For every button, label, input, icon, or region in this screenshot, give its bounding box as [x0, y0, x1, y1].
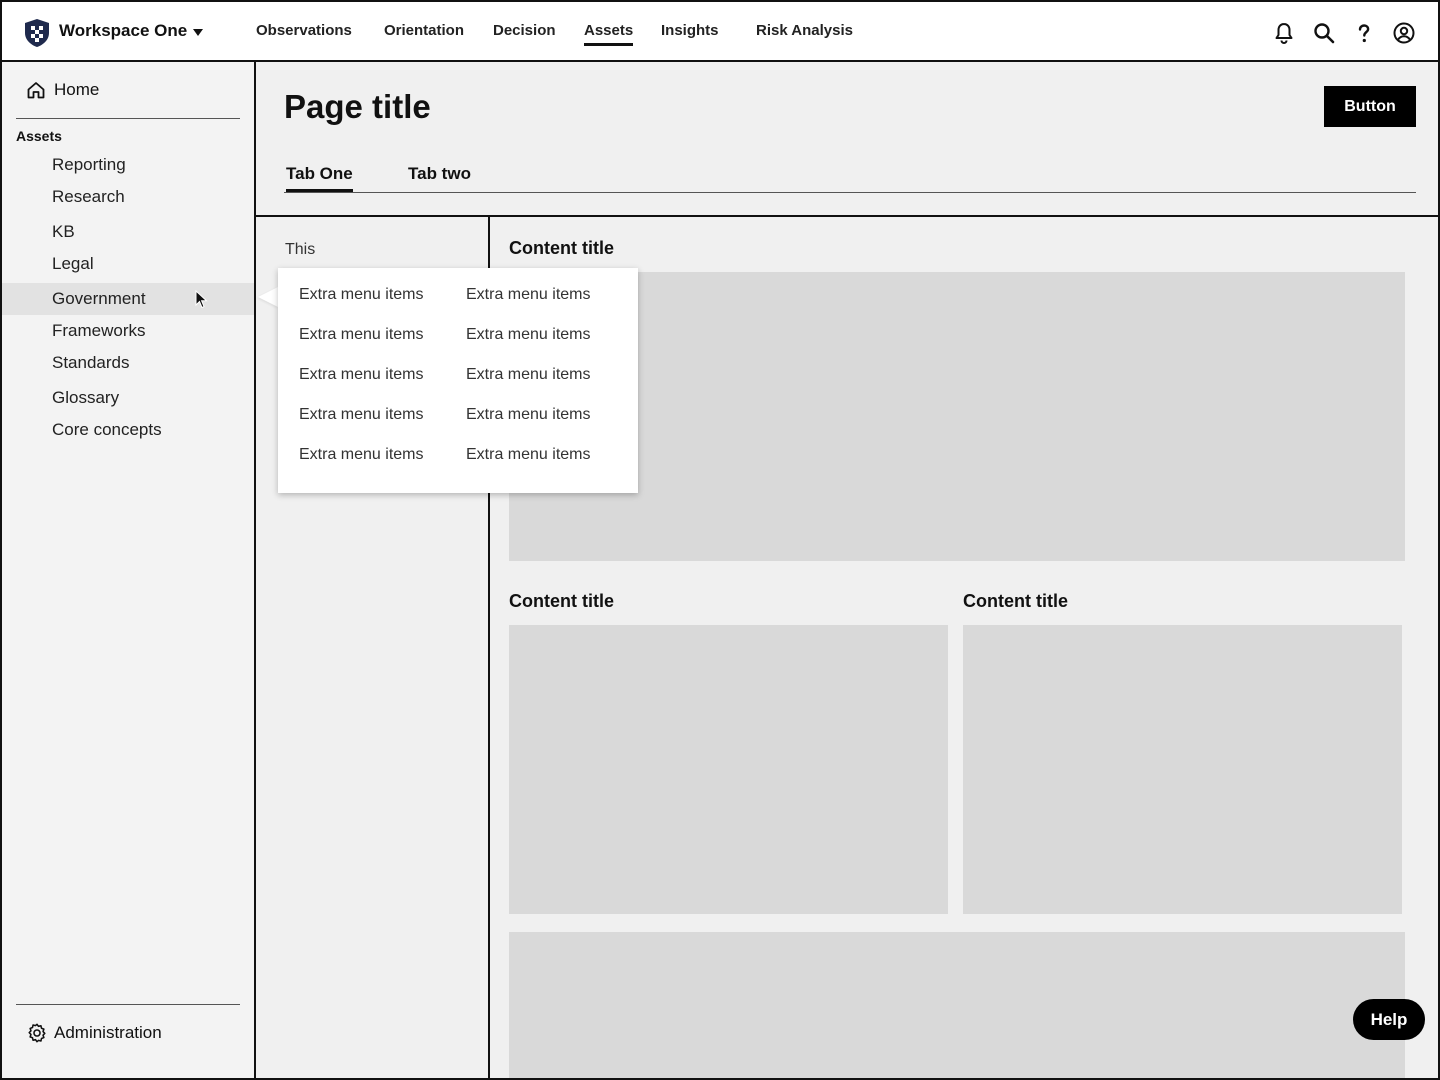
top-navigation-bar: Workspace One Observations Orientation D… — [2, 2, 1438, 62]
workspace-switcher[interactable]: Workspace One — [59, 21, 204, 41]
secondary-panel-text: This — [285, 241, 316, 258]
nav-insights[interactable]: Insights — [661, 22, 719, 39]
app-frame: Workspace One Observations Orientation D… — [0, 0, 1440, 1080]
sidebar-divider — [16, 118, 240, 119]
flyout-menu-item[interactable]: Extra menu items — [299, 286, 423, 304]
sidebar-item-core-concepts[interactable]: Core concepts — [2, 414, 254, 446]
content-title: Content title — [509, 238, 614, 258]
sidebar-section-label: Assets — [16, 128, 62, 144]
sidebar-item-reporting[interactable]: Reporting — [2, 149, 254, 181]
nav-observations[interactable]: Observations — [256, 22, 352, 39]
caret-down-icon — [193, 28, 204, 36]
content-placeholder-left — [509, 625, 948, 914]
search-icon[interactable] — [1312, 21, 1336, 45]
sidebar-item-home[interactable]: Home — [26, 80, 99, 100]
workspace-name: Workspace One — [59, 21, 188, 40]
sidebar-item-administration[interactable]: Administration — [26, 1022, 162, 1044]
sidebar-item-government[interactable]: Government — [2, 283, 254, 315]
flyout-menu-item[interactable]: Extra menu items — [466, 446, 590, 464]
sidebar-bottom-divider — [16, 1004, 240, 1005]
content-title: Content title — [963, 591, 1068, 611]
home-label: Home — [54, 80, 100, 99]
nav-assets[interactable]: Assets — [584, 22, 634, 46]
flyout-menu-item[interactable]: Extra menu items — [466, 326, 590, 344]
sidebar-item-research[interactable]: Research — [2, 181, 254, 213]
mouse-cursor-icon — [195, 290, 208, 309]
sidebar-item-legal[interactable]: Legal — [2, 248, 254, 280]
sidebar-item-standards[interactable]: Standards — [2, 347, 254, 379]
flyout-pointer — [258, 287, 278, 307]
help-button[interactable]: Help — [1353, 999, 1425, 1040]
flyout-menu-item[interactable]: Extra menu items — [466, 366, 590, 384]
tab-one[interactable]: Tab One — [286, 164, 353, 193]
sidebar: Home Assets Reporting Research KB Legal … — [2, 62, 256, 1078]
bell-icon[interactable] — [1272, 21, 1296, 45]
content-title: Content title — [509, 591, 614, 611]
flyout-menu-item[interactable]: Extra menu items — [466, 406, 590, 424]
shield-logo-icon[interactable] — [24, 18, 50, 48]
flyout-menu-item[interactable]: Extra menu items — [299, 406, 423, 424]
help-icon[interactable] — [1352, 21, 1376, 45]
primary-button[interactable]: Button — [1324, 86, 1416, 127]
sidebar-item-frameworks[interactable]: Frameworks — [2, 315, 254, 347]
sidebar-item-kb[interactable]: KB — [2, 216, 254, 248]
content-placeholder-right — [963, 625, 1402, 914]
content-placeholder-bottom — [509, 932, 1405, 1078]
page-title: Page title — [284, 88, 431, 125]
account-icon[interactable] — [1392, 21, 1416, 45]
nav-orientation[interactable]: Orientation — [384, 22, 464, 39]
tab-two[interactable]: Tab two — [408, 164, 471, 184]
flyout-menu: Extra menu items Extra menu items Extra … — [278, 268, 638, 493]
flyout-menu-item[interactable]: Extra menu items — [299, 326, 423, 344]
flyout-menu-item[interactable]: Extra menu items — [466, 286, 590, 304]
nav-decision[interactable]: Decision — [493, 22, 556, 39]
flyout-menu-item[interactable]: Extra menu items — [299, 366, 423, 384]
tabs-underline — [284, 192, 1416, 193]
flyout-menu-item[interactable]: Extra menu items — [299, 446, 423, 464]
content-placeholder-large — [509, 272, 1405, 561]
home-icon — [27, 82, 45, 99]
gear-icon — [28, 1023, 46, 1043]
administration-label: Administration — [54, 1023, 162, 1042]
nav-risk-analysis[interactable]: Risk Analysis — [756, 22, 853, 39]
sidebar-item-glossary[interactable]: Glossary — [2, 382, 254, 414]
